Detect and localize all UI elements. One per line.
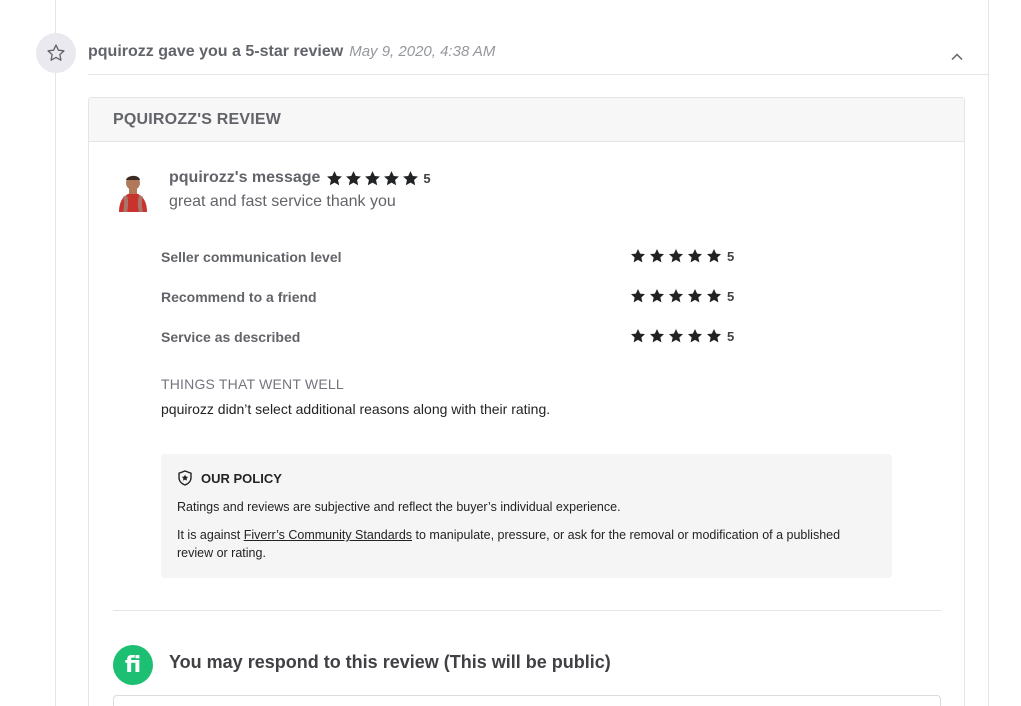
star-icon <box>384 170 400 185</box>
community-standards-link[interactable]: Fiverr’s Community Standards <box>244 528 412 542</box>
went-well-title: THINGS THAT WENT WELL <box>161 376 344 392</box>
star-icon <box>631 329 645 343</box>
shield-icon <box>178 470 192 486</box>
star-icon <box>365 170 381 185</box>
criteria-row: Service as described 5 <box>161 327 741 347</box>
review-card: PQUIROZZ'S REVIEW pquirozz's message 5 g… <box>88 97 965 706</box>
fiverr-logo-icon: fi <box>113 645 153 685</box>
event-timestamp: May 9, 2020, 4:38 AM <box>349 43 496 60</box>
message-author: pquirozz's message <box>169 169 321 186</box>
star-icon <box>669 289 683 303</box>
criteria-label: Recommend to a friend <box>161 289 317 305</box>
star-icon <box>688 329 702 343</box>
criteria-rating-value: 5 <box>727 248 735 264</box>
logo-text: fi <box>124 652 142 678</box>
criteria-rating-value: 5 <box>727 328 735 344</box>
criteria-row: Recommend to a friend 5 <box>161 287 741 307</box>
star-icon <box>327 170 343 185</box>
criteria-label: Service as described <box>161 329 301 345</box>
star-icon <box>346 170 362 185</box>
criteria-label: Seller communication level <box>161 249 342 265</box>
event-title-text: pquirozz gave you a 5-star review <box>88 43 344 60</box>
review-message: great and fast service thank you <box>169 193 396 210</box>
star-icon <box>631 249 645 263</box>
criteria-stars: 5 <box>630 328 734 344</box>
policy-box: OUR POLICY Ratings and reviews are subje… <box>161 454 892 578</box>
star-icon <box>650 289 664 303</box>
divider <box>113 610 941 611</box>
policy-text-standards: It is against Fiverr’s Community Standar… <box>177 526 876 562</box>
overall-rating-value: 5 <box>423 170 431 186</box>
respond-title: You may respond to this review (This wil… <box>169 652 611 672</box>
policy-header: OUR POLICY <box>177 470 876 486</box>
star-icon <box>631 289 645 303</box>
star-icon <box>707 249 721 263</box>
star-icon <box>669 329 683 343</box>
divider <box>88 74 988 75</box>
criteria-stars: 5 <box>630 288 734 304</box>
chevron-up-icon[interactable] <box>949 49 965 65</box>
went-well-text: pquirozz didn’t select additional reason… <box>161 401 551 417</box>
review-card-header: PQUIROZZ'S REVIEW <box>89 98 964 142</box>
star-icon <box>669 249 683 263</box>
overall-rating-stars: 5 <box>326 170 431 187</box>
star-icon <box>650 249 664 263</box>
timeline-rail-left <box>55 0 56 706</box>
criteria-row: Seller communication level 5 <box>161 247 741 267</box>
star-outline-icon <box>36 33 76 73</box>
star-icon <box>403 170 419 185</box>
timeline-rail-right <box>988 0 989 706</box>
policy-text-before: It is against <box>177 528 244 542</box>
policy-text: Ratings and reviews are subjective and r… <box>177 500 621 514</box>
star-icon <box>650 329 664 343</box>
respond-textbox[interactable] <box>113 695 941 706</box>
criteria-rating-value: 5 <box>727 288 735 304</box>
avatar <box>116 170 152 212</box>
event-title: pquirozz gave you a 5-star review May 9, … <box>88 43 495 61</box>
policy-title: OUR POLICY <box>201 470 282 486</box>
star-icon <box>707 289 721 303</box>
star-icon <box>707 329 721 343</box>
message-header: pquirozz's message 5 <box>169 169 431 187</box>
star-icon <box>688 289 702 303</box>
star-icon <box>688 249 702 263</box>
criteria-stars: 5 <box>630 248 734 264</box>
